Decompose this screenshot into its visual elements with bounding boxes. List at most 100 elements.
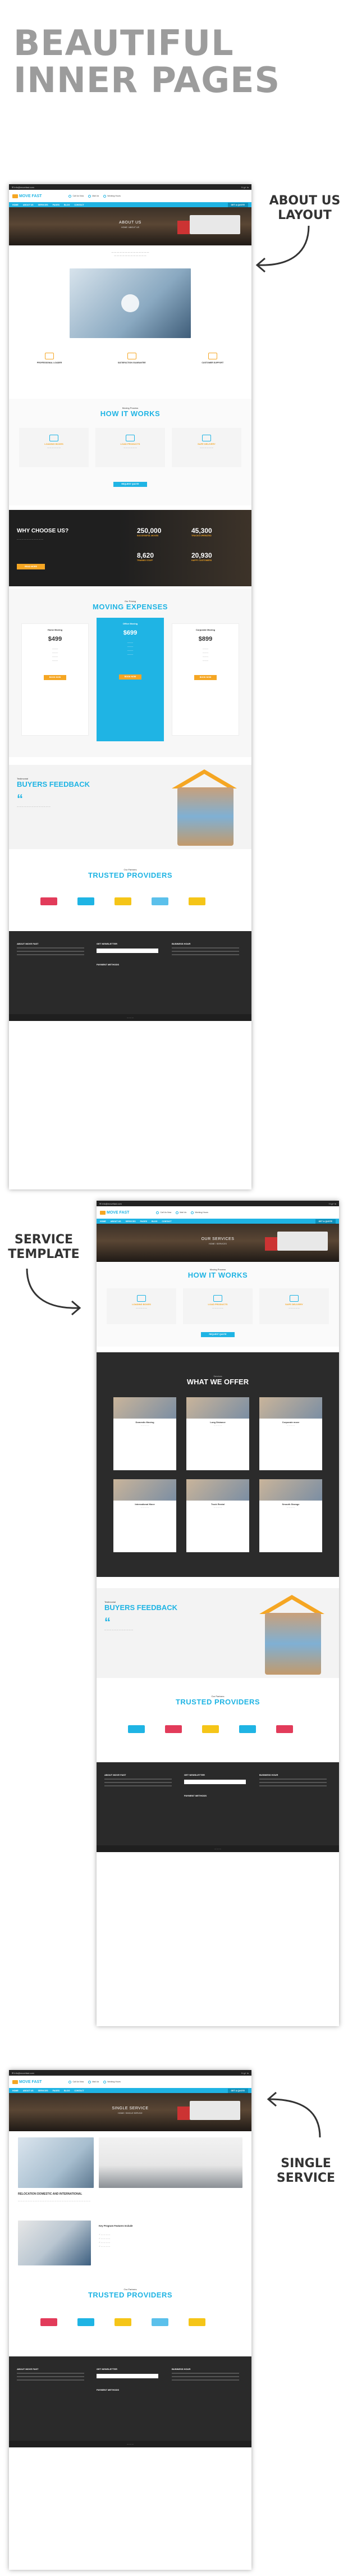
service-tile[interactable]: Smooth Storage — — — — (259, 1479, 322, 1552)
newsletter-input[interactable] (97, 949, 158, 953)
newsletter-input[interactable] (97, 2374, 158, 2378)
step-card: LOADING BOXES — — — — — (107, 1288, 176, 1324)
mail-icon (88, 194, 91, 198)
support-icon (208, 353, 217, 359)
payment-label: PAYMENT METHODS (184, 1794, 207, 1797)
get-quote-button[interactable]: GET A QUOTE (227, 202, 248, 207)
service-tile[interactable]: Domestic Moving — — — — (113, 1397, 176, 1470)
step-card: LOAD PRODUCTS — — — — — — (95, 428, 165, 467)
about-video[interactable] (70, 268, 191, 338)
footer-col-title: GET NEWSLETTER (184, 1773, 205, 1776)
curved-arrow-icon (267, 2091, 321, 2138)
single-callout-line2: SERVICE (276, 2171, 336, 2185)
phone-icon (68, 2080, 72, 2083)
site-logo[interactable]: MOVE FAST (100, 1210, 129, 1215)
site-header: MOVE FAST Call Us Now Mail Us Working Ho… (9, 190, 251, 202)
play-icon[interactable] (121, 294, 139, 312)
nav-item-contact[interactable]: CONTACT (162, 1220, 171, 1223)
testimonial-photo (265, 1613, 321, 1675)
read-more-button[interactable]: READ MORE (17, 564, 45, 569)
truck-image (177, 2101, 240, 2120)
pricing-section: Our Pricing MOVING EXPENSES Home Moving … (9, 589, 251, 757)
boxes-icon (49, 435, 58, 441)
nav-item-home[interactable]: HOME (100, 1220, 106, 1223)
nav-item-pages[interactable]: PAGES (140, 1220, 147, 1223)
request-quote-button[interactable]: REQUEST QUOTE (113, 482, 147, 487)
partner-logo (115, 2318, 131, 2326)
clock-icon (103, 194, 107, 198)
request-quote-button[interactable]: REQUEST QUOTE (201, 1332, 235, 1337)
nav-item-about[interactable]: ABOUT US (23, 2090, 34, 2092)
why-title: WHY CHOOSE US? (17, 528, 69, 534)
nav-item-blog[interactable]: BLOG (152, 1220, 157, 1223)
phone-icon (156, 1211, 159, 1214)
stat-item: 45,300 TRUCKS OPERATED (191, 527, 212, 537)
partner-logo (77, 897, 94, 905)
nav-item-pages[interactable]: PAGES (53, 204, 59, 206)
payment-label: PAYMENT METHODS (97, 963, 120, 966)
loader-icon (45, 353, 54, 359)
delivery-icon (290, 1295, 299, 1302)
service-tile[interactable]: Long Distance — — — — (186, 1397, 249, 1470)
top-bar: ✉ info@movefast.com f t g+ in (97, 1201, 339, 1206)
partner-logo (189, 2318, 205, 2326)
clock-icon (191, 1211, 194, 1214)
partner-logo (239, 1725, 256, 1733)
partner-logo (40, 897, 57, 905)
nav-item-about[interactable]: ABOUT US (111, 1220, 121, 1223)
get-quote-button[interactable]: GET A QUOTE (315, 1219, 336, 1224)
nav-item-about[interactable]: ABOUT US (23, 204, 34, 206)
step-card: SAFE DELIVERY — — — — — — (172, 428, 241, 467)
phone-icon (68, 194, 72, 198)
single-service-screenshot: ✉ info@movefast.com f t g+ in MOVE FAST C… (9, 2070, 251, 2570)
feedback-title: BUYERS FEEDBACK (17, 780, 90, 788)
partners-title: TRUSTED PROVIDERS (88, 871, 173, 879)
nav-item-blog[interactable]: BLOG (64, 2090, 70, 2092)
house-roof-icon (259, 1595, 324, 1615)
service-tile[interactable]: Corporate move — — — — (259, 1397, 322, 1470)
about-us-screenshot: ✉ info@movefast.com f t g+ in MOVE FAST C… (9, 184, 251, 1189)
nav-item-services[interactable]: SERVICES (38, 2090, 48, 2092)
truck-logo-icon (12, 194, 18, 198)
pricing-plan-corporate: Corporate Moving $899 ——— ——— ——— ——— BOOK … (172, 623, 239, 736)
partners-section: Our Partners TRUSTED PROVIDERS (9, 858, 251, 925)
book-now-button[interactable]: BOOK NOW (194, 675, 217, 680)
site-logo[interactable]: MOVE FAST (12, 194, 42, 198)
footer-col-title: GET NEWSLETTER (97, 2368, 117, 2370)
partner-logo (189, 897, 205, 905)
service-tile[interactable]: Truck Rental — — — — (186, 1479, 249, 1552)
partners-section: Our Partners TRUSTED PROVIDERS (9, 2279, 251, 2349)
nav-item-home[interactable]: HOME (12, 2090, 19, 2092)
service-tile[interactable]: International Move — — — — (113, 1479, 176, 1552)
partner-logo (165, 1725, 182, 1733)
program-list: ✓ — — — — ✓ — — — — ✓ — — — — ✓ — — — — (99, 2233, 111, 2247)
partner-logo (77, 2318, 94, 2326)
nav-item-blog[interactable]: BLOG (64, 204, 70, 206)
nav-item-contact[interactable]: CONTACT (74, 204, 84, 206)
main-nav: HOME ABOUT US SERVICES PAGES BLOG CONTAC… (97, 1219, 339, 1224)
get-quote-button[interactable]: GET A QUOTE (227, 2088, 248, 2093)
breadcrumb: HOME / SERVICES (209, 1243, 227, 1245)
how-it-works-section: Moving Process HOW IT WORKS LOADING BOXE… (97, 1262, 339, 1347)
nav-item-contact[interactable]: CONTACT (74, 2090, 84, 2092)
copyright-bar: — — — (97, 1845, 339, 1852)
truck-photo (99, 2137, 242, 2188)
quote-icon: “ (17, 792, 23, 806)
feature-title: PROFESSIONAL LOADER (36, 362, 62, 364)
curved-arrow-icon (255, 225, 310, 273)
nav-item-services[interactable]: SERVICES (38, 204, 48, 206)
site-logo[interactable]: MOVE FAST (12, 2080, 42, 2084)
book-now-button[interactable]: BOOK NOW (119, 674, 141, 680)
book-now-button[interactable]: BOOK NOW (44, 675, 66, 680)
intro-text: — — — — — — — — — — — — — — — — — — — — … (111, 251, 149, 257)
nav-item-pages[interactable]: PAGES (53, 2090, 59, 2092)
nav-item-services[interactable]: SERVICES (126, 1220, 136, 1223)
house-roof-icon (172, 769, 237, 789)
partners-title: TRUSTED PROVIDERS (88, 2291, 173, 2299)
stat-item: 20,930 HAPPY CUSTOMERS (191, 551, 212, 562)
features-row: PROFESSIONAL LOADER SATISFACTION GUARANT… (9, 353, 251, 364)
nav-item-home[interactable]: HOME (12, 204, 19, 206)
partner-logo (40, 2318, 57, 2326)
newsletter-input[interactable] (184, 1780, 246, 1784)
footer-col-title: BUSINESS HOUR (259, 1773, 278, 1776)
